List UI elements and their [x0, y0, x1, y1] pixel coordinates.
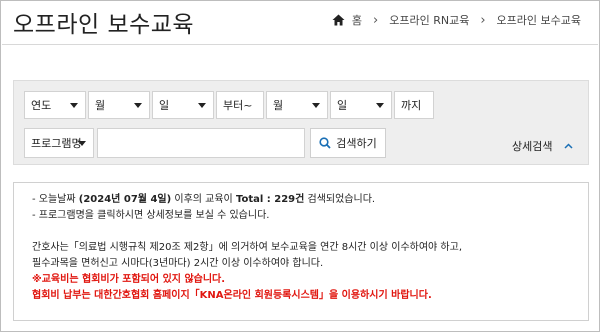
search-input[interactable] [97, 128, 305, 158]
search-panel: 연도 월 일 부터~ 월 일 까지 프로그램명 검색하기 상세검색 [13, 80, 589, 165]
day-to-label: 일 [337, 99, 348, 112]
fee-notice: ※교육비는 협회비가 포함되어 있지 않습니다. [32, 274, 226, 285]
page-title: 오프라인 보수교육 [13, 12, 195, 38]
chevron-right-icon: › [480, 12, 486, 28]
caret-down-icon [376, 103, 384, 108]
page-frame: 오프라인 보수교육 홈 › 오프라인 RN교육 › 오프라인 보수교육 연도 월… [0, 0, 600, 332]
month-to-select[interactable]: 월 [266, 91, 328, 119]
detail-search-label: 상세검색 [512, 140, 553, 153]
program-select[interactable]: 프로그램명 [24, 128, 94, 158]
result-summary: - 오늘날짜 (2024년 07월 4일) 이후의 교육이 Total : 22… [32, 192, 588, 208]
caret-down-icon [70, 103, 78, 108]
search-button-label: 검색하기 [336, 137, 377, 150]
header-divider [2, 44, 598, 45]
year-select[interactable]: 연도 [24, 91, 86, 119]
program-click-hint: - 프로그램명을 클릭하시면 상세정보를 보실 수 있습니다. [32, 210, 270, 221]
search-button[interactable]: 검색하기 [310, 128, 386, 158]
day-to-select[interactable]: 일 [330, 91, 392, 119]
caret-down-icon [134, 103, 142, 108]
day-from-select[interactable]: 일 [152, 91, 214, 119]
summary-mid: 이후의 교육이 [171, 194, 236, 205]
year-select-label: 연도 [31, 99, 52, 112]
breadcrumb: 홈 › 오프라인 RN교육 › 오프라인 보수교육 [332, 12, 581, 28]
home-icon[interactable] [332, 14, 345, 26]
summary-prefix: - 오늘날짜 [32, 194, 79, 205]
detail-search-toggle[interactable]: 상세검색 [512, 138, 574, 154]
program-select-label: 프로그램명 [31, 137, 82, 150]
breadcrumb-offline-rn[interactable]: 오프라인 RN교육 [389, 12, 469, 28]
caret-down-icon [312, 103, 320, 108]
day-from-label: 일 [159, 99, 170, 112]
chevron-up-icon [564, 143, 574, 149]
search-icon [319, 137, 331, 149]
month-from-label: 월 [95, 99, 106, 112]
to-label: 까지 [401, 99, 422, 112]
caret-down-icon [198, 103, 206, 108]
caret-down-icon [78, 141, 86, 146]
to-label-box: 까지 [394, 91, 434, 119]
info-notice-box: - 오늘날짜 (2024년 07월 4일) 이후의 교육이 Total : 22… [13, 182, 589, 321]
month-to-label: 월 [273, 99, 284, 112]
breadcrumb-home[interactable]: 홈 [352, 12, 362, 28]
today-date: (2024년 07월 4일) [78, 194, 172, 205]
membership-fee-notice: 협회비 납부는 대한간호협회 홈페이지「KNA온라인 회원등록시스템」을 이용하… [32, 290, 432, 301]
result-total: Total : 229건 [235, 194, 305, 205]
from-label: 부터~ [223, 99, 253, 112]
month-from-select[interactable]: 월 [88, 91, 150, 119]
chevron-right-icon: › [373, 12, 379, 28]
summary-suffix: 검색되었습니다. [304, 194, 376, 205]
breadcrumb-current[interactable]: 오프라인 보수교육 [497, 12, 581, 28]
regulation-note: 간호사는「의료법 시행규칙 제20조 제2항」에 의거하여 보수교육을 연간 8… [32, 242, 463, 253]
required-course-note: 필수과목을 면허신고 시마다(3년마다) 2시간 이상 이수하여야 합니다. [32, 258, 324, 269]
from-label-box: 부터~ [216, 91, 264, 119]
